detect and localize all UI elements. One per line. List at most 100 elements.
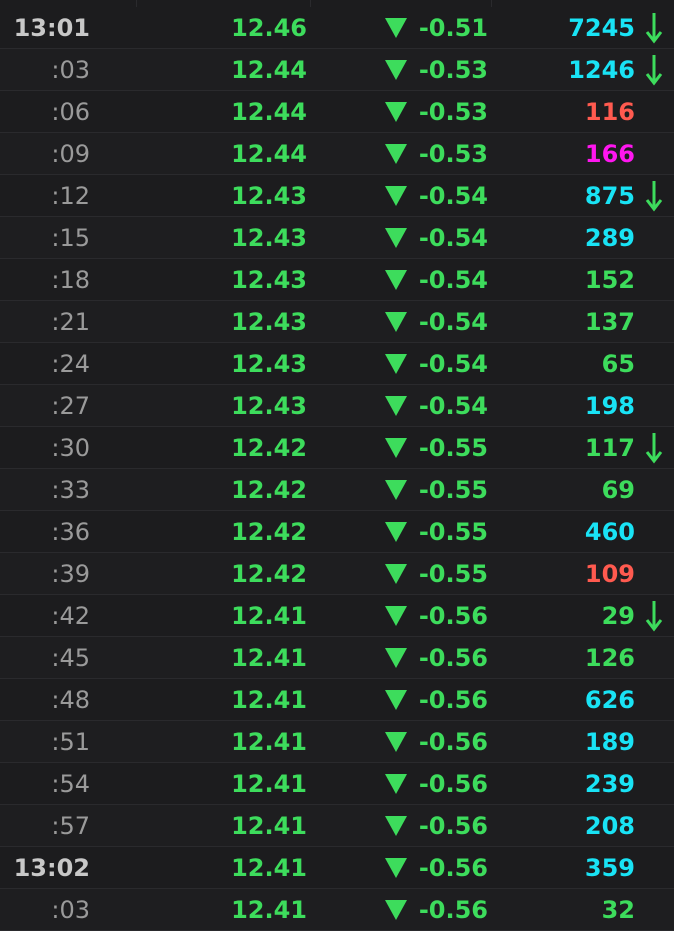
tick-time: :03 [51,56,90,84]
tick-change-value: -0.55 [418,434,488,462]
tick-price: 12.41 [231,644,307,672]
tick-change-value: -0.54 [418,392,488,420]
down-triangle-icon [384,858,407,878]
down-arrow-icon [642,595,666,637]
down-arrow-icon [642,175,666,217]
tick-row[interactable]: :39 12.42 -0.55 109 [0,553,674,595]
tick-price: 12.44 [231,56,307,84]
tick-row[interactable]: :12 12.43 -0.54 875 [0,175,674,217]
down-triangle-icon [384,18,407,38]
tick-row[interactable]: 13:02 12.41 -0.56 359 [0,847,674,889]
tick-row[interactable]: :51 12.41 -0.56 189 [0,721,674,763]
tick-volume: 208 [584,812,635,840]
tick-change: -0.56 [310,847,488,889]
tick-change-value: -0.55 [418,518,488,546]
tick-row[interactable]: :09 12.44 -0.53 166 [0,133,674,175]
tick-volume: 289 [584,224,635,252]
tick-price: 12.41 [231,770,307,798]
tick-volume: 239 [584,770,635,798]
tick-price: 12.41 [231,854,307,882]
tick-change-value: -0.56 [418,812,488,840]
tick-row[interactable]: :21 12.43 -0.54 137 [0,301,674,343]
tick-time: :51 [51,728,90,756]
tick-price: 12.43 [231,224,307,252]
tick-row[interactable]: 13:01 12.46 -0.51 7245 [0,7,674,49]
tick-change-value: -0.54 [418,182,488,210]
tick-row[interactable]: :42 12.41 -0.56 29 [0,595,674,637]
tick-price: 12.43 [231,266,307,294]
tick-time: :48 [51,686,90,714]
down-triangle-icon [384,354,407,374]
tick-price: 12.41 [231,812,307,840]
down-triangle-icon [384,648,407,668]
tick-time: :36 [51,518,90,546]
tick-row[interactable]: :45 12.41 -0.56 126 [0,637,674,679]
tick-time: :42 [51,602,90,630]
tick-price: 12.42 [231,476,307,504]
tick-time: :21 [51,308,90,336]
tick-change: -0.56 [310,595,488,637]
tick-volume: 117 [584,434,635,462]
tick-time: :33 [51,476,90,504]
tick-row[interactable]: :18 12.43 -0.54 152 [0,259,674,301]
tick-row[interactable]: :15 12.43 -0.54 289 [0,217,674,259]
tick-row[interactable]: :54 12.41 -0.56 239 [0,763,674,805]
tick-price: 12.41 [231,896,307,924]
tick-row[interactable]: :27 12.43 -0.54 198 [0,385,674,427]
down-triangle-icon [384,186,407,206]
tick-volume: 359 [584,854,635,882]
down-triangle-icon [384,732,407,752]
tick-change-value: -0.54 [418,308,488,336]
tick-change: -0.54 [310,175,488,217]
tick-change-value: -0.56 [418,896,488,924]
tick-row[interactable]: :06 12.44 -0.53 116 [0,91,674,133]
down-arrow-icon [642,427,666,469]
tick-price: 12.43 [231,392,307,420]
down-arrow-icon [642,49,666,91]
tick-price: 12.42 [231,560,307,588]
tick-change: -0.53 [310,49,488,91]
tick-change: -0.56 [310,805,488,847]
down-triangle-icon [384,900,407,920]
tick-change: -0.56 [310,637,488,679]
tick-change-value: -0.56 [418,770,488,798]
tick-row[interactable]: :03 12.41 -0.56 32 [0,889,674,931]
down-triangle-icon [384,690,407,710]
tick-time: :30 [51,434,90,462]
tick-time: :57 [51,812,90,840]
tick-row[interactable]: :36 12.42 -0.55 460 [0,511,674,553]
tick-change: -0.53 [310,91,488,133]
tick-volume: 198 [584,392,635,420]
tick-change: -0.56 [310,679,488,721]
tick-price: 12.41 [231,728,307,756]
tick-change-value: -0.56 [418,854,488,882]
tick-row[interactable]: :57 12.41 -0.56 208 [0,805,674,847]
down-triangle-icon [384,438,407,458]
tick-volume: 65 [601,350,635,378]
tick-row[interactable]: :30 12.42 -0.55 117 [0,427,674,469]
tick-volume: 152 [584,266,635,294]
tick-row[interactable]: :24 12.43 -0.54 65 [0,343,674,385]
down-triangle-icon [384,564,407,584]
down-triangle-icon [384,606,407,626]
tick-volume: 137 [584,308,635,336]
tick-price: 12.42 [231,518,307,546]
tick-price: 12.44 [231,98,307,126]
tick-price: 12.46 [231,14,307,42]
tick-volume: 626 [584,686,635,714]
tick-row[interactable]: :48 12.41 -0.56 626 [0,679,674,721]
tick-time: :15 [51,224,90,252]
tick-time: :12 [51,182,90,210]
tick-row[interactable]: :03 12.44 -0.53 1246 [0,49,674,91]
tick-price: 12.41 [231,602,307,630]
tick-time: :03 [51,896,90,924]
tick-change: -0.56 [310,889,488,931]
tick-change-value: -0.51 [418,14,488,42]
down-triangle-icon [384,522,407,542]
tick-change: -0.56 [310,763,488,805]
tick-change-value: -0.54 [418,266,488,294]
tick-change: -0.53 [310,133,488,175]
down-triangle-icon [384,60,407,80]
tick-change-value: -0.53 [418,140,488,168]
tick-row[interactable]: :33 12.42 -0.55 69 [0,469,674,511]
